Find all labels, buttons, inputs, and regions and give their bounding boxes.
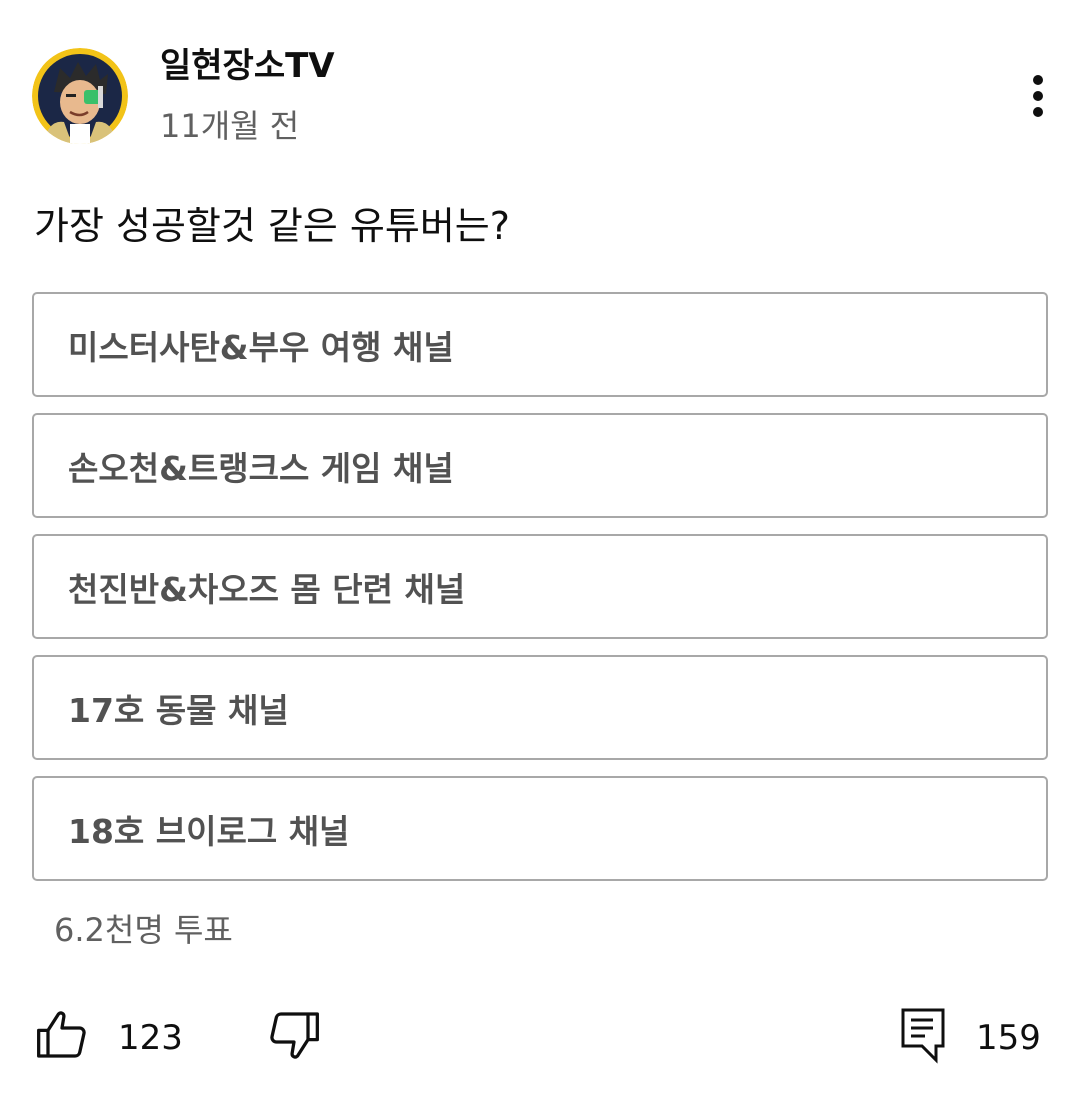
- vote-count: 6.2천명 투표: [54, 911, 233, 949]
- comment-button[interactable]: [900, 1000, 946, 1070]
- channel-avatar[interactable]: [32, 48, 128, 144]
- poll-option[interactable]: 천진반&차오즈 몸 단련 채널: [32, 534, 1048, 639]
- thumbs-up-icon: [37, 1011, 86, 1058]
- comment-icon: [901, 1008, 945, 1064]
- dislike-button[interactable]: [266, 1000, 322, 1070]
- poll-option[interactable]: 17호 동물 채널: [32, 655, 1048, 760]
- more-vertical-icon: [1033, 75, 1043, 117]
- poll-question: 가장 성공할것 같은 유튜버는?: [34, 204, 510, 248]
- like-count: 123: [118, 1018, 183, 1058]
- poll-option[interactable]: 손오천&트랭크스 게임 채널: [32, 413, 1048, 518]
- like-button[interactable]: [34, 1000, 90, 1070]
- channel-name[interactable]: 일현장소TV: [160, 42, 335, 90]
- post-timestamp: 11개월 전: [160, 107, 300, 145]
- comment-count: 159: [976, 1018, 1041, 1058]
- avatar-image: [32, 48, 128, 144]
- poll-option[interactable]: 18호 브이로그 채널: [32, 776, 1048, 881]
- thumbs-down-icon: [270, 1012, 319, 1059]
- more-options-button[interactable]: [1016, 68, 1060, 124]
- poll-options: 미스터사탄&부우 여행 채널 손오천&트랭크스 게임 채널 천진반&차오즈 몸 …: [32, 292, 1048, 897]
- poll-option[interactable]: 미스터사탄&부우 여행 채널: [32, 292, 1048, 397]
